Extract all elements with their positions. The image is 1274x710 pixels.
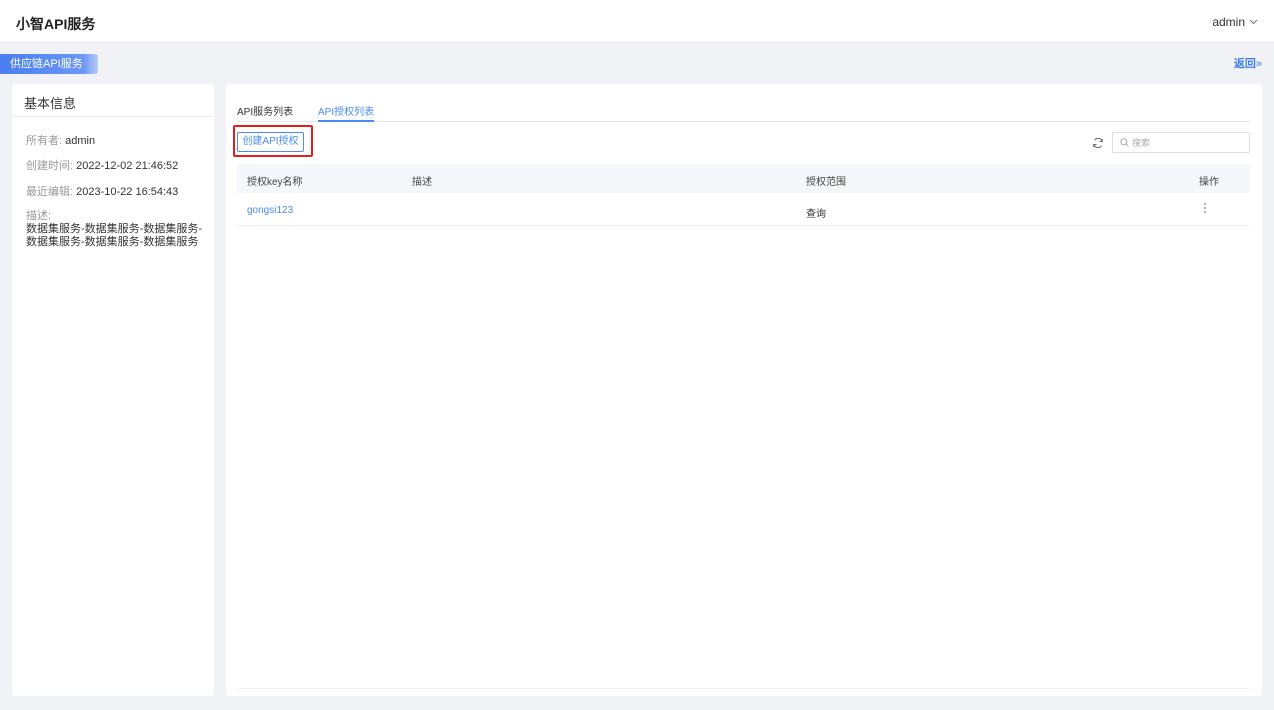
user-name: admin xyxy=(1212,15,1245,29)
chevron-down-icon xyxy=(1249,17,1258,28)
column-header-actions: 操作 xyxy=(1199,177,1219,188)
column-header-key-name: 授权key名称 xyxy=(247,177,303,188)
tab-api-service-list[interactable]: API服务列表 xyxy=(237,103,293,122)
tab-bar: API服务列表 API授权列表 xyxy=(237,101,1250,122)
user-menu[interactable]: admin xyxy=(1212,15,1258,29)
search-input[interactable] xyxy=(1132,135,1242,150)
basic-info-title: 基本信息 xyxy=(12,84,214,117)
owner-value: admin xyxy=(65,135,96,147)
search-box xyxy=(1112,132,1250,153)
row-scope: 查询 xyxy=(806,209,826,220)
description-block: 描述: 数据集服务-数据集服务-数据集服务-数据集服务-数据集服务-数据集服务 xyxy=(26,210,211,249)
column-header-scope: 授权范围 xyxy=(806,177,846,188)
column-header-description: 描述 xyxy=(412,177,432,188)
created-value: 2022-12-02 21:46:52 xyxy=(76,160,179,172)
table-row: gongsi123 查询 xyxy=(237,193,1250,226)
breadcrumb-service-tag: 供应链API服务 xyxy=(0,54,98,74)
edited-label: 最近编辑: xyxy=(26,186,74,198)
refresh-icon[interactable] xyxy=(1092,136,1104,149)
main-panel: API服务列表 API授权列表 创建API授权 授权key名称 描述 授权范围 … xyxy=(226,84,1262,696)
row-key-name-link[interactable]: gongsi123 xyxy=(247,205,293,216)
back-label: 返回 xyxy=(1233,58,1256,70)
search-icon xyxy=(1120,138,1129,147)
created-row: 创建时间: 2022-12-02 21:46:52 xyxy=(26,157,178,173)
double-right-arrow-icon: » xyxy=(1255,58,1262,70)
edited-row: 最近编辑: 2023-10-22 16:54:43 xyxy=(26,183,178,199)
create-api-auth-button[interactable]: 创建API授权 xyxy=(237,132,304,152)
basic-info-panel: 基本信息 所有者: admin 创建时间: 2022-12-02 21:46:5… xyxy=(12,84,214,696)
more-vertical-icon[interactable] xyxy=(1203,202,1207,217)
table-bottom-divider xyxy=(237,688,1250,689)
tab-api-auth-list[interactable]: API授权列表 xyxy=(318,103,375,122)
description-label: 描述: xyxy=(26,210,52,222)
app-title: 小智API服务 xyxy=(16,16,96,32)
description-value: 数据集服务-数据集服务-数据集服务-数据集服务-数据集服务-数据集服务 xyxy=(26,223,202,248)
table-header: 授权key名称 描述 授权范围 操作 xyxy=(237,164,1250,193)
owner-label: 所有者: xyxy=(26,135,63,147)
back-link[interactable]: 返回» xyxy=(1234,55,1262,71)
owner-row: 所有者: admin xyxy=(26,132,95,148)
created-label: 创建时间: xyxy=(26,160,74,172)
auth-table: 授权key名称 描述 授权范围 操作 gongsi123 查询 xyxy=(237,164,1250,226)
top-bar: 小智API服务 admin xyxy=(0,0,1274,43)
edited-value: 2023-10-22 16:54:43 xyxy=(76,186,179,198)
